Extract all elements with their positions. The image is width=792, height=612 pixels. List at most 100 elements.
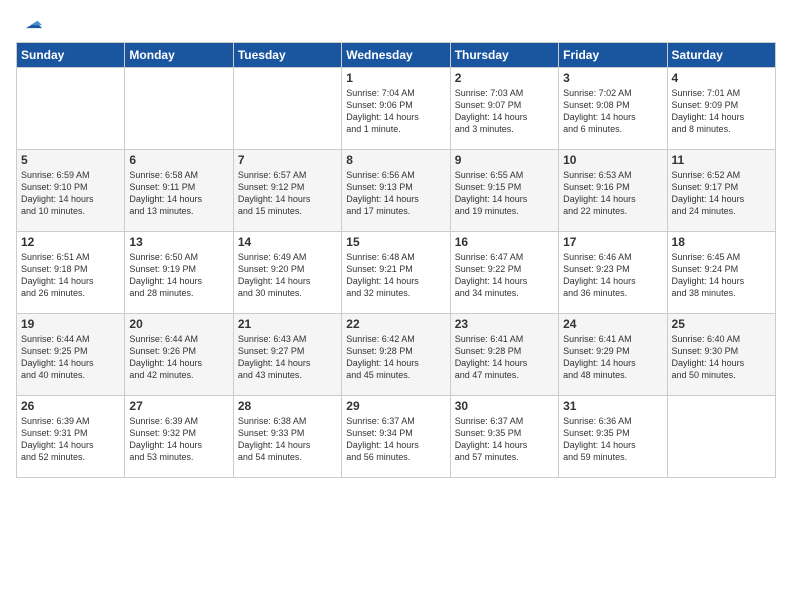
day-content: Sunrise: 7:03 AM Sunset: 9:07 PM Dayligh… (455, 87, 554, 136)
logo-icon (20, 12, 42, 34)
calendar-cell: 4 Sunrise: 7:01 AM Sunset: 9:09 PM Daylig… (667, 68, 775, 150)
day-number: 22 (346, 317, 445, 331)
day-number: 11 (672, 153, 771, 167)
day-number: 7 (238, 153, 337, 167)
day-number: 6 (129, 153, 228, 167)
day-number: 30 (455, 399, 554, 413)
day-content: Sunrise: 6:53 AM Sunset: 9:16 PM Dayligh… (563, 169, 662, 218)
calendar-cell: 11 Sunrise: 6:52 AM Sunset: 9:17 PM Dayli… (667, 150, 775, 232)
day-content: Sunrise: 6:56 AM Sunset: 9:13 PM Dayligh… (346, 169, 445, 218)
calendar-day-header: Friday (559, 43, 667, 68)
day-content: Sunrise: 6:44 AM Sunset: 9:25 PM Dayligh… (21, 333, 120, 382)
calendar-week-row: 5 Sunrise: 6:59 AM Sunset: 9:10 PM Daylig… (17, 150, 776, 232)
day-content: Sunrise: 6:41 AM Sunset: 9:29 PM Dayligh… (563, 333, 662, 382)
calendar-cell: 21 Sunrise: 6:43 AM Sunset: 9:27 PM Dayli… (233, 314, 341, 396)
calendar-table: SundayMondayTuesdayWednesdayThursdayFrid… (16, 42, 776, 478)
day-content: Sunrise: 6:58 AM Sunset: 9:11 PM Dayligh… (129, 169, 228, 218)
calendar-cell: 14 Sunrise: 6:49 AM Sunset: 9:20 PM Dayli… (233, 232, 341, 314)
day-content: Sunrise: 6:47 AM Sunset: 9:22 PM Dayligh… (455, 251, 554, 300)
day-number: 4 (672, 71, 771, 85)
calendar-week-row: 26 Sunrise: 6:39 AM Sunset: 9:31 PM Dayli… (17, 396, 776, 478)
calendar-cell: 10 Sunrise: 6:53 AM Sunset: 9:16 PM Dayli… (559, 150, 667, 232)
logo (16, 12, 44, 34)
calendar-day-header: Tuesday (233, 43, 341, 68)
calendar-cell: 8Sunrise: 6:56 AM Sunset: 9:13 PM Daylig… (342, 150, 450, 232)
day-number: 28 (238, 399, 337, 413)
calendar-cell: 6 Sunrise: 6:58 AM Sunset: 9:11 PM Daylig… (125, 150, 233, 232)
day-number: 5 (21, 153, 120, 167)
calendar-cell (17, 68, 125, 150)
day-content: Sunrise: 7:02 AM Sunset: 9:08 PM Dayligh… (563, 87, 662, 136)
day-number: 21 (238, 317, 337, 331)
day-number: 19 (21, 317, 120, 331)
day-content: Sunrise: 6:48 AM Sunset: 9:21 PM Dayligh… (346, 251, 445, 300)
calendar-cell: 18Sunrise: 6:45 AM Sunset: 9:24 PM Dayli… (667, 232, 775, 314)
day-content: Sunrise: 6:52 AM Sunset: 9:17 PM Dayligh… (672, 169, 771, 218)
day-number: 10 (563, 153, 662, 167)
calendar-cell (233, 68, 341, 150)
calendar-cell: 28 Sunrise: 6:38 AM Sunset: 9:33 PM Dayli… (233, 396, 341, 478)
calendar-cell: 15 Sunrise: 6:48 AM Sunset: 9:21 PM Dayli… (342, 232, 450, 314)
calendar-cell: 9Sunrise: 6:55 AM Sunset: 9:15 PM Daylig… (450, 150, 558, 232)
day-number: 17 (563, 235, 662, 249)
calendar-cell: 20 Sunrise: 6:44 AM Sunset: 9:26 PM Dayli… (125, 314, 233, 396)
day-number: 31 (563, 399, 662, 413)
day-content: Sunrise: 6:46 AM Sunset: 9:23 PM Dayligh… (563, 251, 662, 300)
day-content: Sunrise: 6:59 AM Sunset: 9:10 PM Dayligh… (21, 169, 120, 218)
calendar-cell (125, 68, 233, 150)
day-number: 13 (129, 235, 228, 249)
day-content: Sunrise: 6:49 AM Sunset: 9:20 PM Dayligh… (238, 251, 337, 300)
day-content: Sunrise: 6:44 AM Sunset: 9:26 PM Dayligh… (129, 333, 228, 382)
day-content: Sunrise: 7:04 AM Sunset: 9:06 PM Dayligh… (346, 87, 445, 136)
day-content: Sunrise: 6:37 AM Sunset: 9:34 PM Dayligh… (346, 415, 445, 464)
calendar-day-header: Wednesday (342, 43, 450, 68)
calendar-cell: 3 Sunrise: 7:02 AM Sunset: 9:08 PM Daylig… (559, 68, 667, 150)
day-content: Sunrise: 6:43 AM Sunset: 9:27 PM Dayligh… (238, 333, 337, 382)
day-content: Sunrise: 6:40 AM Sunset: 9:30 PM Dayligh… (672, 333, 771, 382)
calendar-week-row: 1 Sunrise: 7:04 AM Sunset: 9:06 PM Daylig… (17, 68, 776, 150)
day-number: 24 (563, 317, 662, 331)
calendar-cell: 27Sunrise: 6:39 AM Sunset: 9:32 PM Dayli… (125, 396, 233, 478)
calendar-cell: 29Sunrise: 6:37 AM Sunset: 9:34 PM Dayli… (342, 396, 450, 478)
day-number: 1 (346, 71, 445, 85)
day-number: 20 (129, 317, 228, 331)
day-content: Sunrise: 6:41 AM Sunset: 9:28 PM Dayligh… (455, 333, 554, 382)
calendar-cell: 2 Sunrise: 7:03 AM Sunset: 9:07 PM Daylig… (450, 68, 558, 150)
day-content: Sunrise: 6:36 AM Sunset: 9:35 PM Dayligh… (563, 415, 662, 464)
day-content: Sunrise: 6:42 AM Sunset: 9:28 PM Dayligh… (346, 333, 445, 382)
day-number: 12 (21, 235, 120, 249)
calendar-cell: 7 Sunrise: 6:57 AM Sunset: 9:12 PM Daylig… (233, 150, 341, 232)
calendar-cell: 5 Sunrise: 6:59 AM Sunset: 9:10 PM Daylig… (17, 150, 125, 232)
calendar-cell: 31 Sunrise: 6:36 AM Sunset: 9:35 PM Dayli… (559, 396, 667, 478)
calendar-cell: 24 Sunrise: 6:41 AM Sunset: 9:29 PM Dayli… (559, 314, 667, 396)
day-content: Sunrise: 6:37 AM Sunset: 9:35 PM Dayligh… (455, 415, 554, 464)
header (16, 12, 776, 34)
calendar-week-row: 19 Sunrise: 6:44 AM Sunset: 9:25 PM Dayli… (17, 314, 776, 396)
day-content: Sunrise: 6:55 AM Sunset: 9:15 PM Dayligh… (455, 169, 554, 218)
calendar-day-header: Thursday (450, 43, 558, 68)
calendar-week-row: 12 Sunrise: 6:51 AM Sunset: 9:18 PM Dayli… (17, 232, 776, 314)
calendar-cell: 26 Sunrise: 6:39 AM Sunset: 9:31 PM Dayli… (17, 396, 125, 478)
day-number: 16 (455, 235, 554, 249)
day-number: 18 (672, 235, 771, 249)
calendar-cell: 13 Sunrise: 6:50 AM Sunset: 9:19 PM Dayli… (125, 232, 233, 314)
calendar-cell: 25Sunrise: 6:40 AM Sunset: 9:30 PM Dayli… (667, 314, 775, 396)
day-number: 2 (455, 71, 554, 85)
calendar-day-header: Sunday (17, 43, 125, 68)
calendar-body: 1 Sunrise: 7:04 AM Sunset: 9:06 PM Daylig… (17, 68, 776, 478)
day-number: 14 (238, 235, 337, 249)
day-number: 23 (455, 317, 554, 331)
day-content: Sunrise: 6:51 AM Sunset: 9:18 PM Dayligh… (21, 251, 120, 300)
calendar-cell: 23 Sunrise: 6:41 AM Sunset: 9:28 PM Dayli… (450, 314, 558, 396)
day-content: Sunrise: 6:50 AM Sunset: 9:19 PM Dayligh… (129, 251, 228, 300)
calendar-header-row: SundayMondayTuesdayWednesdayThursdayFrid… (17, 43, 776, 68)
day-content: Sunrise: 7:01 AM Sunset: 9:09 PM Dayligh… (672, 87, 771, 136)
day-content: Sunrise: 6:39 AM Sunset: 9:31 PM Dayligh… (21, 415, 120, 464)
day-number: 26 (21, 399, 120, 413)
calendar-cell: 17 Sunrise: 6:46 AM Sunset: 9:23 PM Dayli… (559, 232, 667, 314)
calendar-cell: 12 Sunrise: 6:51 AM Sunset: 9:18 PM Dayli… (17, 232, 125, 314)
day-content: Sunrise: 6:57 AM Sunset: 9:12 PM Dayligh… (238, 169, 337, 218)
day-content: Sunrise: 6:38 AM Sunset: 9:33 PM Dayligh… (238, 415, 337, 464)
day-number: 15 (346, 235, 445, 249)
day-number: 3 (563, 71, 662, 85)
